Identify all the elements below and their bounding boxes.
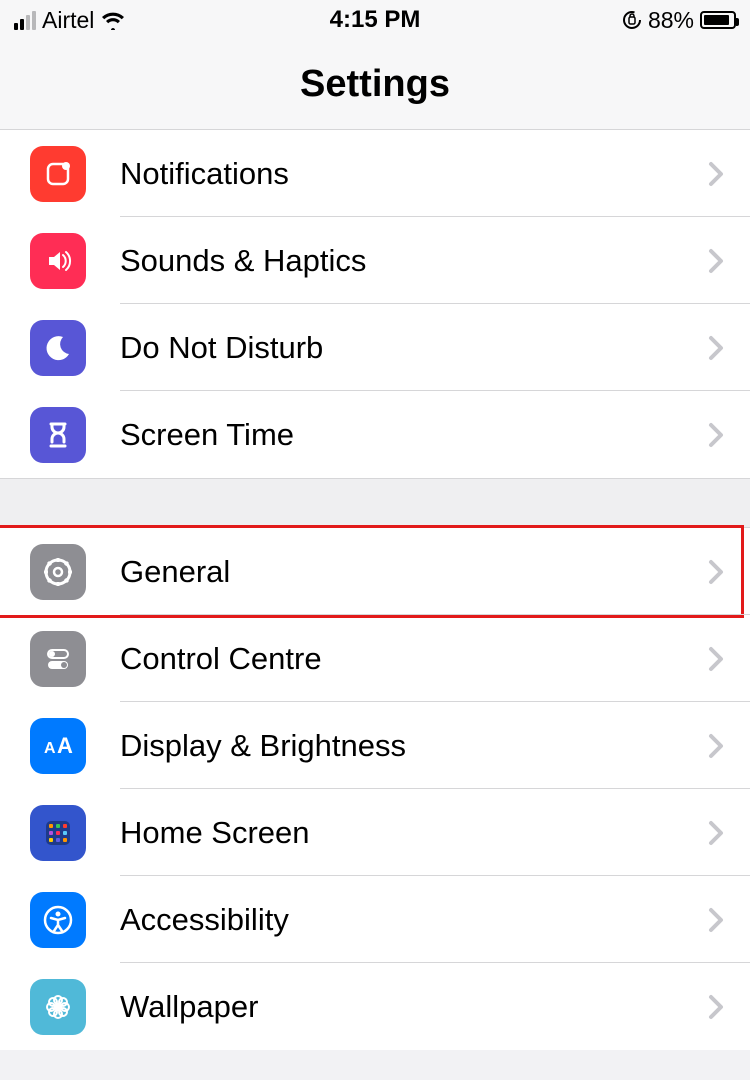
notifications-icon (30, 146, 86, 202)
row-label: General (86, 554, 708, 590)
cellular-signal-icon (14, 11, 36, 30)
row-home-screen[interactable]: Home Screen (0, 789, 750, 876)
settings-section-2: General Control Centre AA Display & Brig… (0, 528, 750, 1050)
row-label: Screen Time (86, 417, 708, 453)
status-time: 4:15 PM (330, 6, 421, 34)
chevron-right-icon (708, 994, 750, 1020)
app-grid-icon (30, 805, 86, 861)
chevron-right-icon (708, 161, 750, 187)
row-screentime[interactable]: Screen Time (0, 391, 750, 478)
chevron-right-icon (708, 907, 750, 933)
toggles-icon (30, 631, 86, 687)
accessibility-icon (30, 892, 86, 948)
row-label: Accessibility (86, 902, 708, 938)
svg-text:A: A (44, 740, 56, 757)
battery-percent: 88% (648, 7, 694, 34)
chevron-right-icon (708, 422, 750, 448)
row-label: Wallpaper (86, 989, 708, 1025)
text-size-icon: AA (30, 718, 86, 774)
hourglass-icon (30, 407, 86, 463)
moon-icon (30, 320, 86, 376)
row-dnd[interactable]: Do Not Disturb (0, 304, 750, 391)
chevron-right-icon (708, 335, 750, 361)
wifi-icon (100, 10, 126, 30)
section-gap (0, 478, 750, 528)
speaker-icon (30, 233, 86, 289)
page-header: Settings (0, 40, 750, 130)
status-bar: Airtel 4:15 PM 88% (0, 0, 750, 40)
row-sounds[interactable]: Sounds & Haptics (0, 217, 750, 304)
row-display[interactable]: AA Display & Brightness (0, 702, 750, 789)
row-accessibility[interactable]: Accessibility (0, 876, 750, 963)
chevron-right-icon (708, 248, 750, 274)
row-label: Do Not Disturb (86, 330, 708, 366)
carrier-label: Airtel (42, 7, 94, 34)
row-label: Control Centre (86, 641, 708, 677)
row-label: Notifications (86, 156, 708, 192)
settings-section-1: Notifications Sounds & Haptics Do Not Di… (0, 130, 750, 478)
chevron-right-icon (708, 646, 750, 672)
chevron-right-icon (708, 820, 750, 846)
row-general[interactable]: General (0, 528, 750, 615)
gear-icon (30, 544, 86, 600)
row-control-centre[interactable]: Control Centre (0, 615, 750, 702)
chevron-right-icon (708, 559, 750, 585)
flower-icon (30, 979, 86, 1035)
row-wallpaper[interactable]: Wallpaper (0, 963, 750, 1050)
svg-text:A: A (57, 733, 73, 758)
chevron-right-icon (708, 733, 750, 759)
row-label: Display & Brightness (86, 728, 708, 764)
row-label: Sounds & Haptics (86, 243, 708, 279)
row-label: Home Screen (86, 815, 708, 851)
battery-icon (700, 11, 736, 29)
row-notifications[interactable]: Notifications (0, 130, 750, 217)
orientation-lock-icon (622, 10, 642, 30)
page-title: Settings (300, 63, 450, 106)
